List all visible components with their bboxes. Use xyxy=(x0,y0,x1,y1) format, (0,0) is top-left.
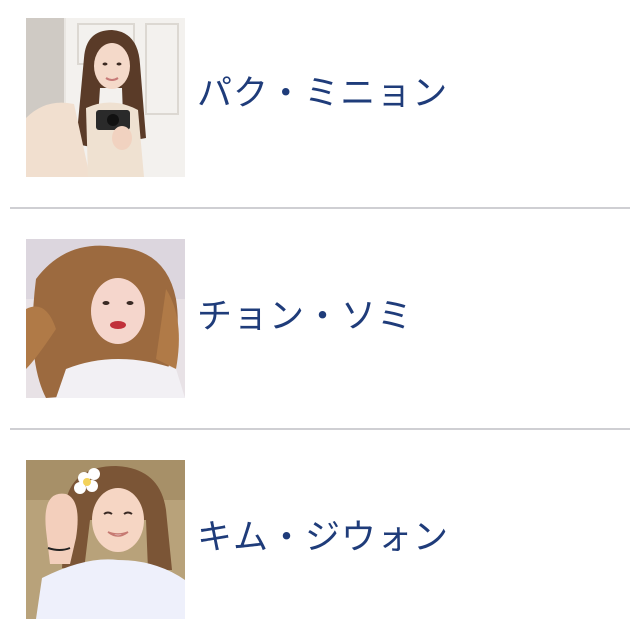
photo-jeon-somi-image xyxy=(26,239,185,398)
list-item[interactable]: キム・ジウォン xyxy=(0,441,630,630)
photo-kim-jiwon-image xyxy=(26,460,185,619)
member-photo xyxy=(26,18,185,177)
member-name: パク・ミニョン xyxy=(197,74,449,114)
member-photo xyxy=(26,239,185,398)
photo-park-minyoung-image xyxy=(26,18,185,177)
member-name: チョン・ソミ xyxy=(197,297,414,337)
divider xyxy=(10,428,630,430)
list-item[interactable]: チョン・ソミ xyxy=(0,220,630,440)
member-photo xyxy=(26,460,185,619)
list-item[interactable]: パク・ミニョン xyxy=(0,0,630,220)
member-name: キム・ジウォン xyxy=(197,518,450,558)
member-list: パク・ミニョン チョン・ソミ キム・ジウォン xyxy=(0,0,630,630)
divider xyxy=(10,207,630,209)
